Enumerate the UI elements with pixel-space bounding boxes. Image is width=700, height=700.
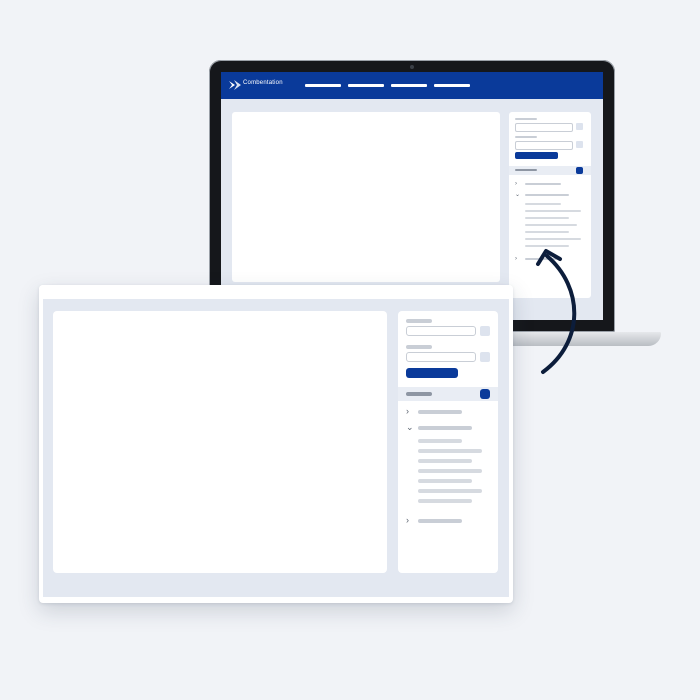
tree-child[interactable] bbox=[418, 479, 472, 483]
field-label bbox=[406, 345, 432, 349]
tree-child[interactable] bbox=[418, 449, 482, 453]
primary-button[interactable] bbox=[406, 368, 458, 378]
tree-child[interactable] bbox=[525, 224, 577, 226]
laptop-screen: Combentation › ⌄ › bbox=[221, 72, 603, 320]
canvas-area[interactable] bbox=[53, 311, 387, 573]
nav-item-1[interactable] bbox=[305, 84, 341, 87]
nav-item-4[interactable] bbox=[434, 84, 470, 87]
scene: Combentation › ⌄ › › ⌄ › bbox=[0, 0, 700, 700]
tree-child[interactable] bbox=[525, 210, 581, 212]
nav-item-3[interactable] bbox=[391, 84, 427, 87]
input-field-2[interactable] bbox=[515, 141, 573, 150]
zoomed-window: › ⌄ › bbox=[39, 285, 513, 603]
tree-child[interactable] bbox=[525, 203, 561, 205]
input-field-1[interactable] bbox=[406, 326, 476, 336]
tree-child[interactable] bbox=[525, 245, 569, 247]
nav-item-2[interactable] bbox=[348, 84, 384, 87]
tree-item-expanded[interactable] bbox=[525, 194, 569, 196]
input-field-1[interactable] bbox=[515, 123, 573, 132]
camera-dot bbox=[410, 65, 414, 69]
app-logo-text: Combentation bbox=[243, 80, 283, 86]
chevron-right-icon[interactable]: › bbox=[406, 407, 409, 416]
side-panel: › ⌄ › bbox=[398, 311, 498, 573]
field-action-button[interactable] bbox=[576, 141, 583, 148]
tree-child[interactable] bbox=[418, 499, 472, 503]
section-title bbox=[406, 392, 432, 396]
chevron-right-icon[interactable]: › bbox=[515, 181, 517, 187]
tree-item-expanded[interactable] bbox=[418, 426, 472, 430]
tree-child[interactable] bbox=[525, 231, 569, 233]
laptop-canvas-area[interactable] bbox=[232, 112, 500, 282]
tree-child[interactable] bbox=[418, 439, 462, 443]
field-action-button[interactable] bbox=[576, 123, 583, 130]
logo-icon bbox=[229, 80, 241, 90]
tree-item[interactable] bbox=[418, 519, 462, 523]
primary-button[interactable] bbox=[515, 152, 558, 159]
tree-child[interactable] bbox=[418, 469, 482, 473]
input-field-2[interactable] bbox=[406, 352, 476, 362]
window-top-strip bbox=[39, 285, 513, 299]
tree-item[interactable] bbox=[418, 410, 462, 414]
app-header: Combentation bbox=[221, 72, 603, 99]
field-label bbox=[515, 136, 537, 138]
chevron-down-icon[interactable]: ⌄ bbox=[406, 423, 414, 432]
chevron-down-icon[interactable]: ⌄ bbox=[515, 192, 520, 198]
laptop-side-panel: › ⌄ › bbox=[509, 112, 591, 298]
window-body: › ⌄ › bbox=[43, 299, 509, 597]
tree-child[interactable] bbox=[418, 459, 472, 463]
section-add-button[interactable] bbox=[480, 389, 490, 399]
tree-child[interactable] bbox=[525, 217, 569, 219]
section-title bbox=[515, 169, 537, 171]
tree-child[interactable] bbox=[525, 238, 581, 240]
field-action-button[interactable] bbox=[480, 326, 490, 336]
field-label bbox=[515, 118, 537, 120]
field-action-button[interactable] bbox=[480, 352, 490, 362]
tree-child[interactable] bbox=[418, 489, 482, 493]
tree-item[interactable] bbox=[525, 183, 561, 185]
field-label bbox=[406, 319, 432, 323]
chevron-right-icon[interactable]: › bbox=[406, 516, 409, 525]
section-add-button[interactable] bbox=[576, 167, 583, 174]
chevron-right-icon[interactable]: › bbox=[515, 256, 517, 262]
tree-item[interactable] bbox=[525, 258, 557, 260]
